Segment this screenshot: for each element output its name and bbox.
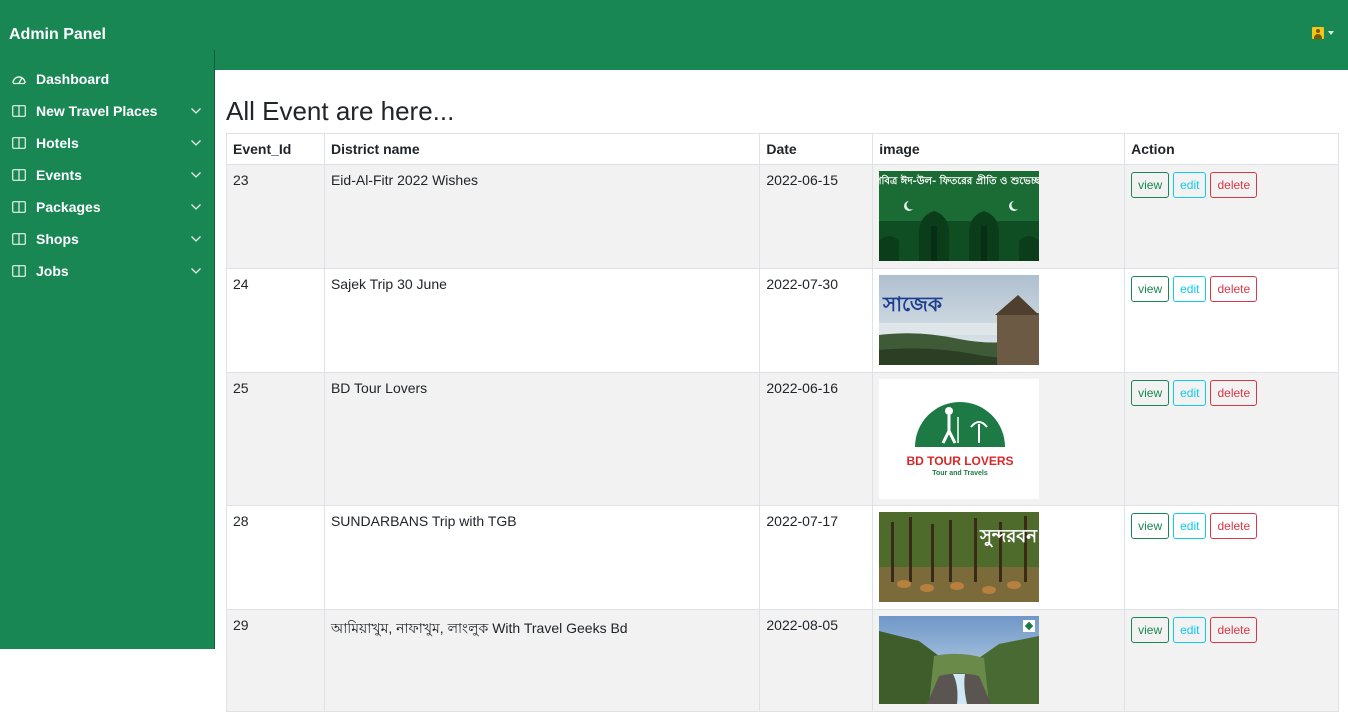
image-cell: BD TOUR LOVERS Tour and Travels (872, 372, 1126, 506)
event-id-cell: 23 (226, 164, 325, 269)
event-id-cell: 25 (226, 372, 325, 506)
table-row: 25 BD Tour Lovers 2022-06-16 BD TOUR LOV… (226, 372, 1339, 506)
columns-icon (12, 105, 26, 117)
sidebar-item-label: Jobs (36, 263, 69, 279)
sidebar-item-label: Shops (36, 231, 79, 247)
column-header-district-name: District name (323, 133, 761, 165)
columns-icon (12, 201, 26, 213)
chevron-down-icon (191, 140, 201, 146)
view-button[interactable]: view (1131, 276, 1170, 302)
events-table: Event_Id District name Date image Action… (226, 133, 1339, 712)
columns-icon (12, 233, 26, 245)
user-icon (1312, 27, 1324, 39)
view-button[interactable]: view (1131, 172, 1170, 198)
delete-button[interactable]: delete (1210, 617, 1258, 643)
sidebar-item-label: Hotels (36, 135, 79, 151)
table-row: 23 Eid-Al-Fitr 2022 Wishes 2022-06-15 পব… (226, 164, 1339, 269)
image-caption: সাজেক (882, 292, 943, 316)
event-image-eid: পবিত্র ঈদ-উল- ফিতরের প্রীতি ও শুভেচ্ছা (879, 171, 1040, 261)
sidebar-item-label: Packages (36, 199, 101, 215)
chevron-down-icon (191, 236, 201, 242)
dashboard-icon (12, 76, 26, 85)
sidebar-item-hotels[interactable]: Hotels (0, 127, 215, 159)
delete-button[interactable]: delete (1210, 172, 1258, 198)
action-cell: view edit delete (1124, 372, 1339, 506)
columns-icon (12, 265, 26, 277)
edit-button[interactable]: edit (1173, 276, 1207, 302)
sidebar-item-jobs[interactable]: Jobs (0, 255, 215, 287)
district-name-cell: Sajek Trip 30 June (323, 268, 761, 373)
image-cell: সাজেক (872, 268, 1126, 373)
action-cell: view edit delete (1124, 609, 1339, 712)
sidebar-item-label: Dashboard (36, 71, 110, 87)
sidebar-item-new-travel-places[interactable]: New Travel Places (0, 95, 215, 127)
table-row: 24 Sajek Trip 30 June 2022-07-30 সাজেক v… (226, 268, 1339, 373)
columns-icon (12, 137, 26, 149)
sidebar-item-label: Events (36, 167, 82, 183)
date-cell: 2022-06-16 (759, 372, 874, 506)
event-image-sundarbans: সুন্দরবন (879, 512, 1040, 602)
chevron-down-icon (191, 108, 201, 114)
column-header-image: image (872, 133, 1126, 165)
delete-button[interactable]: delete (1210, 513, 1258, 539)
action-cell: view edit delete (1124, 268, 1339, 373)
table-row: 29 আমিয়াখুম, নাফাখুম, লাংলুক With Trave… (226, 609, 1339, 712)
image-cell (872, 609, 1126, 712)
date-cell: 2022-07-17 (759, 505, 874, 610)
chevron-down-icon (191, 204, 201, 210)
chevron-down-icon (191, 172, 201, 178)
column-header-event-id: Event_Id (226, 133, 325, 165)
image-caption: সুন্দরবন (979, 526, 1038, 547)
table-header-row: Event_Id District name Date image Action (226, 133, 1339, 165)
image-cell: সুন্দরবন (872, 505, 1126, 610)
event-image-sajek: সাজেক (879, 275, 1040, 365)
date-cell: 2022-08-05 (759, 609, 874, 712)
sidebar: Dashboard New Travel Places Hotels Event… (0, 50, 215, 649)
event-image-amiakhum (879, 616, 1040, 704)
sidebar-item-packages[interactable]: Packages (0, 191, 215, 223)
district-name-cell: আমিয়াখুম, নাফাখুম, লাংলুক With Travel G… (323, 609, 761, 712)
sidebar-item-events[interactable]: Events (0, 159, 215, 191)
page-title: All Event are here... (226, 96, 455, 126)
date-cell: 2022-06-15 (759, 164, 874, 269)
event-id-cell: 24 (226, 268, 325, 373)
image-cell: পবিত্র ঈদ-উল- ফিতরের প্রীতি ও শুভেচ্ছা (872, 164, 1126, 269)
edit-button[interactable]: edit (1173, 172, 1207, 198)
edit-button[interactable]: edit (1173, 617, 1207, 643)
event-image-bd-tour-lovers: BD TOUR LOVERS Tour and Travels (879, 379, 1040, 499)
view-button[interactable]: view (1131, 617, 1170, 643)
brand-title[interactable]: Admin Panel (9, 26, 106, 44)
event-id-cell: 28 (226, 505, 325, 610)
edit-button[interactable]: edit (1173, 513, 1207, 539)
column-header-date: Date (759, 133, 874, 165)
table-row: 28 SUNDARBANS Trip with TGB 2022-07-17 স… (226, 505, 1339, 610)
sidebar-item-label: New Travel Places (36, 103, 158, 119)
date-cell: 2022-07-30 (759, 268, 874, 373)
image-caption: পবিত্র ঈদ-উল- ফিতরের প্রীতি ও শুভেচ্ছা (879, 173, 1039, 187)
image-subcaption: Tour and Travels (933, 470, 989, 477)
view-button[interactable]: view (1131, 380, 1170, 406)
delete-button[interactable]: delete (1210, 380, 1258, 406)
sidebar-item-dashboard[interactable]: Dashboard (0, 63, 215, 95)
columns-icon (12, 169, 26, 181)
edit-button[interactable]: edit (1173, 380, 1207, 406)
view-button[interactable]: view (1131, 513, 1170, 539)
column-header-action: Action (1124, 133, 1339, 165)
sidebar-item-shops[interactable]: Shops (0, 223, 215, 255)
caret-down-icon (1328, 31, 1334, 35)
user-menu[interactable] (1312, 27, 1334, 39)
chevron-down-icon (191, 268, 201, 274)
event-id-cell: 29 (226, 609, 325, 712)
action-cell: view edit delete (1124, 505, 1339, 610)
district-name-cell: SUNDARBANS Trip with TGB (323, 505, 761, 610)
main-content: All Event are here... Event_Id District … (216, 70, 1348, 723)
action-cell: view edit delete (1124, 164, 1339, 269)
district-name-cell: BD Tour Lovers (323, 372, 761, 506)
image-caption: BD TOUR LOVERS (907, 454, 1014, 468)
delete-button[interactable]: delete (1210, 276, 1258, 302)
district-name-cell: Eid-Al-Fitr 2022 Wishes (323, 164, 761, 269)
